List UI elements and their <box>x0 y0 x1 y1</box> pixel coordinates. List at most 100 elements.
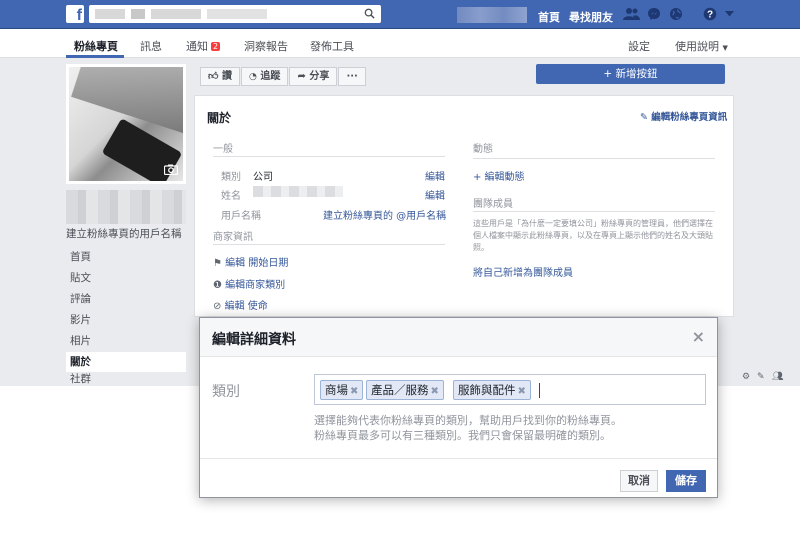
create-username-link[interactable]: 建立粉絲專頁的用戶名稱 <box>66 226 182 241</box>
messenger-icon[interactable] <box>647 7 661 21</box>
edit-mission-link[interactable]: ⊘ 編輯 使命 <box>213 297 268 312</box>
help-line-1: 選擇能夠代表你粉絲專頁的類別，幫助用戶找到你的粉絲專頁。 <box>314 414 622 427</box>
svg-text:?: ? <box>707 10 713 21</box>
tab-settings[interactable]: 設定 <box>628 38 650 54</box>
sidebar-item-photos[interactable]: 相片 <box>66 331 186 351</box>
search-icon[interactable] <box>364 8 375 19</box>
dialog-title: 編輯詳細資料 <box>212 332 296 348</box>
page-name-blur <box>66 190 186 224</box>
tab-page[interactable]: 粉絲專頁 <box>74 38 118 54</box>
help-line-2: 粉絲專頁最多可以有三種類別。我們只會保留最明確的類別。 <box>314 429 611 442</box>
flag-icon: ⚑ <box>213 258 222 269</box>
camera-icon[interactable] <box>164 164 178 175</box>
category-tag: 服飾與配件 ✖ <box>453 380 531 400</box>
sidebar-item-about[interactable]: 關於 <box>66 352 186 372</box>
sidebar-item-community[interactable]: 社群 <box>66 373 186 386</box>
share-button[interactable]: ➦ 分享 <box>289 67 338 86</box>
category-tag: 商場 ✖ <box>320 380 364 400</box>
divider <box>213 156 445 157</box>
edit-start-date-link[interactable]: ⚑ 編輯 開始日期 <box>213 254 288 269</box>
globe-icon[interactable] <box>669 7 683 21</box>
edit-business-type-label: 編輯商家類別 <box>225 280 286 291</box>
tab-insights[interactable]: 洞察報告 <box>244 38 288 54</box>
category-tag-label: 商場 <box>325 383 348 397</box>
cancel-button[interactable]: 取消 <box>620 470 658 492</box>
info-icon: ❶ <box>213 280 222 291</box>
mission-icon: ⊘ <box>213 301 222 312</box>
add-button[interactable]: + 新增按鈕 <box>536 64 725 84</box>
general-heading: 一般 <box>213 144 233 155</box>
nav-home-link[interactable]: 首頁 <box>538 9 560 25</box>
tab-messages[interactable]: 訊息 <box>140 38 162 54</box>
people-icon[interactable]: 👥︎ <box>772 372 783 382</box>
category-tag-label: 服飾與配件 <box>458 383 516 397</box>
sidebar-item-posts[interactable]: 貼文 <box>66 268 186 288</box>
category-label: 類別 <box>221 172 241 183</box>
nav-find-friends-link[interactable]: 尋找朋友 <box>569 9 613 25</box>
category-help-text: 選擇能夠代表你粉絲專頁的類別，幫助用戶找到你的粉絲專頁。 粉絲專頁最多可以有三種… <box>314 413 622 443</box>
name-label: 姓名 <box>221 191 241 202</box>
edit-details-dialog: 編輯詳細資料 × 類別 商場 ✖ 產品／服務 ✖ 服飾與配件 ✖ 選擇能夠代表你粉絲專… <box>199 317 718 498</box>
remove-tag-icon[interactable]: ✖ <box>518 386 526 397</box>
business-info-heading: 商家資訊 <box>213 232 253 243</box>
category-tag-input[interactable]: 商場 ✖ 產品／服務 ✖ 服飾與配件 ✖ <box>314 374 706 405</box>
page-tabs: 粉絲專頁 訊息 通知 2 洞察報告 發佈工具 設定 使用說明 ▼ <box>0 29 800 58</box>
remove-tag-icon[interactable]: ✖ <box>350 386 358 397</box>
edit-category-link[interactable]: 編輯 <box>425 168 445 183</box>
tab-help[interactable]: 使用說明 ▼ <box>675 38 728 54</box>
profile-picture[interactable] <box>66 64 186 184</box>
sidebar-item-videos[interactable]: 影片 <box>66 310 186 330</box>
edit-name-link[interactable]: 編輯 <box>425 187 445 202</box>
username-label: 用戶名稱 <box>221 211 261 222</box>
edit-page-info-label: 編輯粉絲專頁資訊 <box>651 112 728 123</box>
edit-page-info-link[interactable]: ✎ 編輯粉絲專頁資訊 <box>640 109 727 123</box>
search-text-blur <box>151 9 201 19</box>
dialog-header: 編輯詳細資料 × <box>200 318 717 357</box>
sidebar-item-home[interactable]: 首頁 <box>66 247 186 267</box>
edit-business-type-link[interactable]: ❶ 編輯商家類別 <box>213 276 285 291</box>
sidebar-item-reviews[interactable]: 評論 <box>66 289 186 309</box>
tab-notifications-label: 通知 <box>186 40 208 53</box>
friends-icon[interactable] <box>623 7 640 21</box>
rss-icon: ◔ <box>249 72 257 82</box>
category-value: 公司 <box>253 172 273 183</box>
top-navigation-bar: f 首頁 尋找朋友 ? <box>0 0 800 29</box>
text-cursor <box>539 383 540 398</box>
tab-publishing-tools[interactable]: 發佈工具 <box>310 38 354 54</box>
team-heading: 團隊成員 <box>473 199 513 210</box>
profile-name-blur[interactable] <box>457 7 527 23</box>
search-text-blur <box>131 9 145 19</box>
notification-badge: 2 <box>211 42 221 51</box>
save-button[interactable]: 儲存 <box>666 470 706 492</box>
category-tag: 產品／服務 ✖ <box>366 380 444 400</box>
edit-mission-label: 編輯 使命 <box>224 301 268 312</box>
about-title: 關於 <box>207 111 232 125</box>
like-label: 讚 <box>221 71 232 82</box>
edit-icon[interactable]: ✎ <box>757 372 765 382</box>
edit-milestones-link[interactable]: + 編輯動態 <box>473 168 525 183</box>
help-icon[interactable]: ? <box>703 7 717 21</box>
divider <box>473 158 715 159</box>
action-bar: 👍︎ 讚 ◔ 追蹤 ➦ 分享 ··· <box>200 64 366 86</box>
caret-down-icon[interactable] <box>725 11 734 17</box>
dialog-footer-divider <box>200 458 717 459</box>
tab-notifications[interactable]: 通知 2 <box>186 38 221 54</box>
like-button[interactable]: 👍︎ 讚 <box>200 67 240 86</box>
follow-button[interactable]: ◔ 追蹤 <box>241 67 289 86</box>
about-panel: 關於 ✎ 編輯粉絲專頁資訊 一般 類別 公司 編輯 姓名 編輯 用戶名稱 建立粉… <box>194 95 734 317</box>
search-input[interactable] <box>89 5 381 23</box>
more-button[interactable]: ··· <box>338 67 366 86</box>
divider <box>213 244 445 245</box>
category-field-label: 類別 <box>212 384 240 400</box>
facebook-logo[interactable]: f <box>66 5 84 23</box>
settings-icon[interactable]: ⚙ <box>742 372 750 382</box>
remove-tag-icon[interactable]: ✖ <box>431 386 439 397</box>
add-self-team-link[interactable]: 將自己新增為團隊成員 <box>473 264 573 279</box>
search-text-blur <box>95 9 125 19</box>
share-label: 分享 <box>309 71 330 82</box>
share-arrow-icon: ➦ <box>297 71 306 82</box>
follow-label: 追蹤 <box>260 71 281 82</box>
tab-help-label: 使用說明 <box>675 40 719 53</box>
close-icon[interactable]: × <box>692 327 705 346</box>
create-username-at-link[interactable]: 建立粉絲專頁的 @用戶名稱 <box>323 207 446 222</box>
